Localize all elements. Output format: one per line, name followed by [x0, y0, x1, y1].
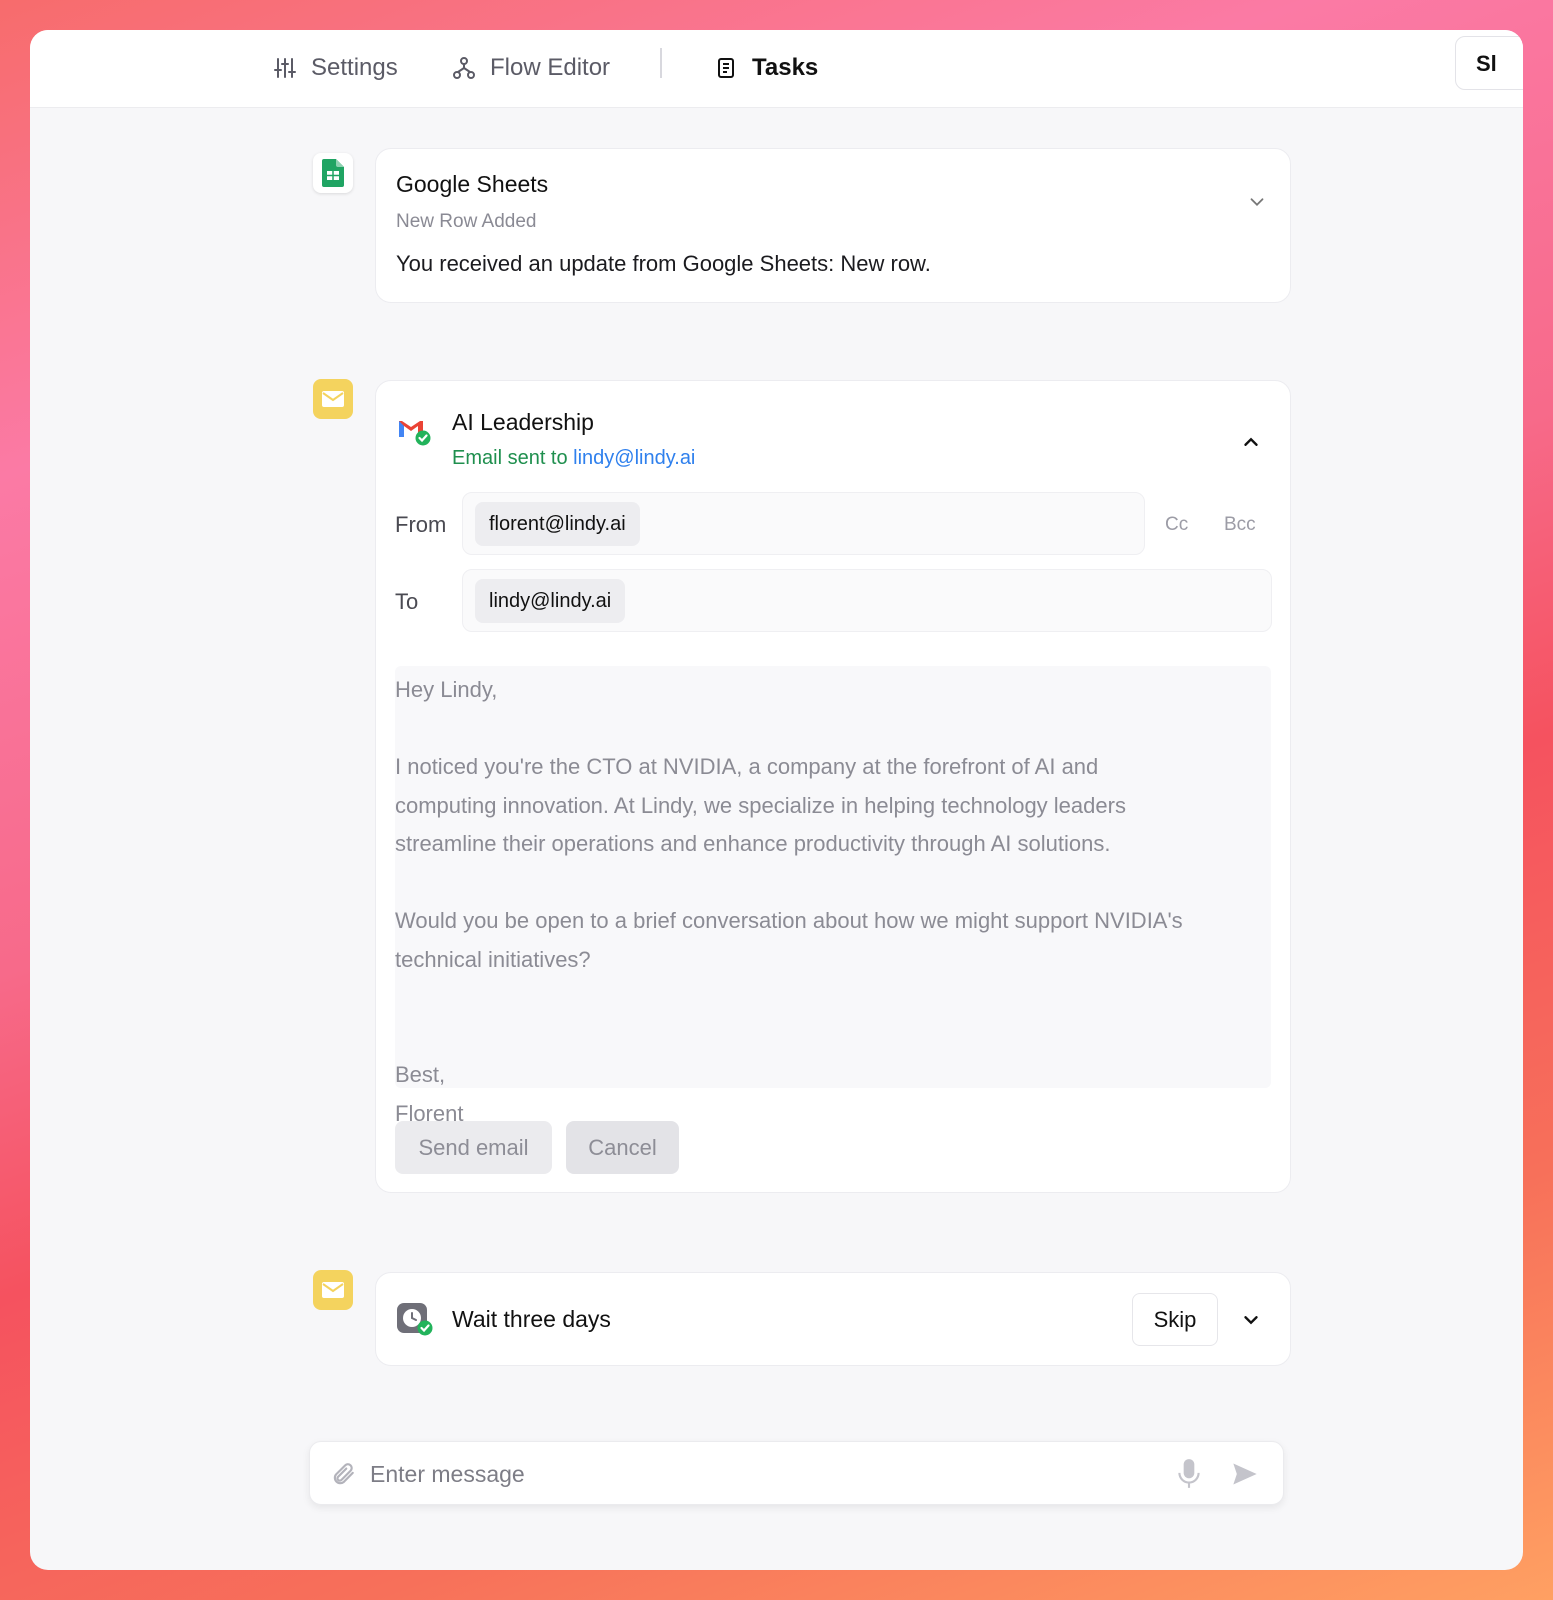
send-icon[interactable]: [1230, 1460, 1260, 1488]
app-window: Settings Flow Editor Tasks Sl Google She…: [30, 30, 1523, 1570]
to-label: To: [395, 589, 419, 614]
email-card: AI Leadership Email sent to lindy@lindy.…: [375, 380, 1291, 1193]
from-field[interactable]: florent@lindy.ai: [462, 492, 1145, 555]
mail-step-icon-2: [313, 1270, 353, 1310]
wait-card: Wait three days Skip: [375, 1272, 1291, 1366]
trigger-subtitle: New Row Added: [396, 211, 537, 232]
mail-step-icon: [313, 379, 353, 419]
trigger-card: Google Sheets New Row Added You received…: [375, 148, 1291, 303]
from-label: From: [395, 512, 447, 537]
cc-button[interactable]: Cc: [1165, 514, 1188, 536]
chevron-up-icon[interactable]: [1240, 431, 1262, 453]
email-status: Email sent to lindy@lindy.ai: [452, 447, 695, 470]
tab-flow-editor-label: Flow Editor: [490, 54, 611, 81]
tab-tasks[interactable]: Tasks: [714, 48, 818, 88]
to-field[interactable]: lindy@lindy.ai: [462, 569, 1272, 632]
google-sheets-icon: [313, 153, 353, 193]
chevron-down-icon[interactable]: [1240, 1309, 1262, 1331]
to-chip[interactable]: lindy@lindy.ai: [475, 579, 626, 623]
bcc-button[interactable]: Bcc: [1224, 514, 1256, 536]
send-email-button[interactable]: Send email: [395, 1121, 552, 1174]
timer-icon: [396, 1301, 434, 1337]
chevron-down-icon[interactable]: [1246, 191, 1268, 213]
gmail-icon: [396, 415, 432, 447]
email-body-textarea[interactable]: Hey Lindy, I noticed you're the CTO at N…: [395, 666, 1271, 1126]
paperclip-icon[interactable]: [330, 1460, 356, 1488]
document-icon: [718, 58, 734, 78]
sliders-icon: [274, 58, 296, 78]
microphone-icon[interactable]: [1176, 1458, 1202, 1490]
message-input[interactable]: [370, 1456, 1150, 1492]
email-status-prefix: Email sent to: [452, 447, 568, 469]
share-button[interactable]: Sl: [1455, 36, 1523, 90]
top-navigation-bar: Settings Flow Editor Tasks Sl: [30, 30, 1523, 108]
flow-nodes-icon: [453, 57, 475, 79]
trigger-title: Google Sheets: [396, 171, 549, 197]
cancel-button[interactable]: Cancel: [566, 1121, 679, 1174]
wait-title: Wait three days: [452, 1306, 611, 1332]
tab-tasks-label: Tasks: [752, 54, 819, 81]
skip-button[interactable]: Skip: [1132, 1293, 1218, 1346]
email-status-address-link[interactable]: lindy@lindy.ai: [573, 447, 695, 469]
tab-settings[interactable]: Settings: [273, 48, 398, 88]
trigger-message: You received an update from Google Sheet…: [396, 251, 931, 276]
from-chip[interactable]: florent@lindy.ai: [475, 502, 640, 546]
tab-flow-editor[interactable]: Flow Editor: [452, 48, 610, 88]
tab-settings-label: Settings: [311, 54, 398, 81]
nav-divider: [660, 48, 662, 78]
message-composer: [309, 1441, 1284, 1505]
email-title: AI Leadership: [452, 409, 594, 435]
